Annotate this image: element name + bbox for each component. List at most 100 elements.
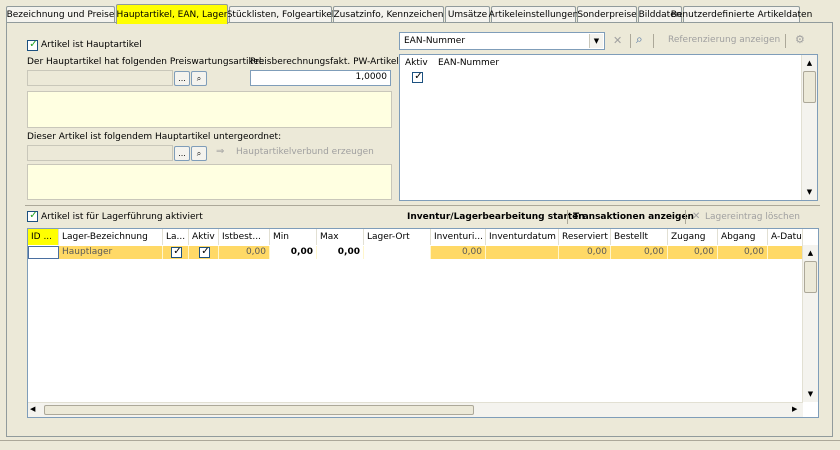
col-lager-bezeichnung[interactable]: Lager-Bezeichnung xyxy=(59,229,163,245)
close-icon[interactable]: ✕ xyxy=(613,34,622,47)
tab-bar: Bezeichnung und Preise Hauptartikel, EAN… xyxy=(6,4,836,24)
faktor-label: Preisberechnungsfakt. PW-Artikel: xyxy=(250,57,402,67)
cell-bezeichnung[interactable]: Hauptlager xyxy=(59,246,163,259)
col-inventurdatum[interactable]: Inventurdatum xyxy=(486,229,559,245)
scroll-thumb[interactable] xyxy=(804,261,817,293)
cell-zugang[interactable]: 0,00 xyxy=(668,246,718,259)
ean-grid: Aktiv EAN-Nummer ✓ ▲ ▼ xyxy=(399,54,818,201)
scroll-right-icon[interactable]: ▶ xyxy=(792,405,797,413)
col-reserviert[interactable]: Reserviert xyxy=(559,229,611,245)
toolbar-separator xyxy=(653,34,654,48)
scroll-thumb[interactable] xyxy=(44,405,474,415)
cell-max[interactable]: 0,00 xyxy=(317,246,364,259)
untergeordnet-search-button[interactable]: ⌕ xyxy=(191,146,207,161)
hauptartikelverbund-button[interactable]: Hauptartikelverbund erzeugen xyxy=(236,147,374,157)
col-min[interactable]: Min xyxy=(270,229,317,245)
col-abgang[interactable]: Abgang xyxy=(718,229,768,245)
preiswartung-input[interactable] xyxy=(27,70,173,86)
scroll-left-icon[interactable]: ◀ xyxy=(30,405,35,413)
toolbar-separator xyxy=(685,210,686,224)
chevron-down-icon[interactable]: ▼ xyxy=(589,34,603,48)
scroll-up-icon[interactable]: ▲ xyxy=(802,55,817,70)
ean-col-aktiv: Aktiv xyxy=(405,58,428,68)
faktor-input[interactable]: 1,0000 xyxy=(250,70,391,86)
cell-adatum[interactable] xyxy=(768,246,803,259)
untergeordnet-browse-button[interactable]: ... xyxy=(174,146,190,161)
col-aktiv[interactable]: Aktiv xyxy=(189,229,219,245)
toolbar-separator xyxy=(785,34,786,48)
col-zugang[interactable]: Zugang xyxy=(668,229,718,245)
preiswartung-info-box xyxy=(27,91,392,128)
check-icon: ✓ xyxy=(29,39,38,50)
tab-bezeichnung-preise[interactable]: Bezeichnung und Preise xyxy=(6,6,115,23)
lagerfuehrung-checkbox-label: Artikel ist für Lagerführung aktiviert xyxy=(41,212,203,222)
col-la[interactable]: La... xyxy=(163,229,189,245)
la-checkbox[interactable]: ✓ xyxy=(171,246,182,258)
col-id[interactable]: ID ... xyxy=(28,229,59,245)
section-divider xyxy=(25,205,820,206)
search-icon[interactable]: ⌕ xyxy=(636,32,643,47)
col-inventuri[interactable]: Inventuri... xyxy=(431,229,486,245)
tab-artikeleinstellungen[interactable]: Artikeleinstellungen xyxy=(489,6,578,23)
transaktionen-button[interactable]: Transaktionen anzeigen xyxy=(573,212,694,222)
check-icon: ✓ xyxy=(414,71,423,82)
referenzierung-button[interactable]: Referenzierung anzeigen xyxy=(668,35,780,45)
scroll-down-icon[interactable]: ▼ xyxy=(802,184,817,199)
col-istbestand[interactable]: Istbest... xyxy=(219,229,270,245)
ean-col-nummer: EAN-Nummer xyxy=(438,58,500,68)
lagereintrag-loeschen-button[interactable]: Lagereintrag löschen xyxy=(705,212,800,222)
lager-vertical-scrollbar[interactable]: ▲ ▼ xyxy=(802,245,818,402)
cell-abgang[interactable]: 0,00 xyxy=(718,246,768,259)
cell-istbestand[interactable]: 0,00 xyxy=(219,246,270,259)
lager-horizontal-scrollbar[interactable]: ◀ ▶ xyxy=(28,402,803,417)
tab-benutzerdefinierte-artikeldaten[interactable]: Benutzerdefinierte Artikeldaten xyxy=(671,6,812,23)
lager-table: ID ... Lager-Bezeichnung La... Aktiv Ist… xyxy=(27,228,819,418)
col-adatum[interactable]: A-Datu xyxy=(768,229,803,245)
lagerfuehrung-checkbox[interactable]: ✓ xyxy=(27,210,38,222)
tab-hauptartikel-ean-lager[interactable]: Hauptartikel, EAN, Lager xyxy=(116,4,228,24)
untergeordnet-info-box xyxy=(27,164,392,200)
tab-sonderpreise[interactable]: Sonderpreise xyxy=(577,6,637,23)
tab-stuecklisten-folgeartikel[interactable]: Stücklisten, Folgeartikel xyxy=(227,6,334,23)
toolbar-separator xyxy=(567,210,568,224)
ean-type-value: EAN-Nummer xyxy=(404,36,466,46)
col-lager-ort[interactable]: Lager-Ort xyxy=(364,229,431,245)
aktiv-checkbox[interactable]: ✓ xyxy=(199,246,210,258)
hauptartikel-checkbox[interactable]: ✓ xyxy=(27,39,38,51)
cell-aktiv[interactable]: ✓ xyxy=(189,246,219,259)
cell-reserviert[interactable]: 0,00 xyxy=(559,246,611,259)
ean-type-dropdown[interactable]: EAN-Nummer ▼ xyxy=(399,32,605,50)
ean-vertical-scrollbar[interactable]: ▲ ▼ xyxy=(801,55,817,200)
tab-content-panel: ✓ Artikel ist Hauptartikel Der Hauptarti… xyxy=(6,22,833,437)
cell-inventuri[interactable]: 0,00 xyxy=(431,246,486,259)
settings-icon[interactable]: ⚙ xyxy=(795,33,805,46)
window-bottom-border xyxy=(0,440,840,441)
preiswartung-browse-button[interactable]: ... xyxy=(174,71,190,86)
check-icon: ✓ xyxy=(201,246,210,257)
scroll-up-icon[interactable]: ▲ xyxy=(803,245,818,260)
col-bestellt[interactable]: Bestellt xyxy=(611,229,668,245)
ean-row-aktiv-checkbox[interactable]: ✓ xyxy=(412,71,423,83)
cell-min[interactable]: 0,00 xyxy=(270,246,317,259)
check-icon: ✓ xyxy=(173,246,182,257)
tab-zusatzinfo-kennzeichen[interactable]: Zusatzinfo, Kennzeichen xyxy=(333,6,444,23)
lager-table-header: ID ... Lager-Bezeichnung La... Aktiv Ist… xyxy=(28,229,803,245)
scroll-thumb[interactable] xyxy=(803,71,816,103)
col-max[interactable]: Max xyxy=(317,229,364,245)
toolbar-separator xyxy=(630,34,631,48)
preiswartung-search-button[interactable]: ⌕ xyxy=(191,71,207,86)
table-row[interactable]: Hauptlager ✓ ✓ 0,00 0,00 0,00 0,00 0,00 … xyxy=(28,246,803,259)
untergeordnet-label: Dieser Artikel ist folgendem Hauptartike… xyxy=(27,132,282,142)
untergeordnet-input[interactable] xyxy=(27,145,173,161)
cell-inventurdatum[interactable] xyxy=(486,246,559,259)
cell-id[interactable] xyxy=(28,246,59,259)
scroll-down-icon[interactable]: ▼ xyxy=(803,386,818,401)
tab-umsaetze[interactable]: Umsätze xyxy=(445,6,490,23)
cell-lagerort[interactable] xyxy=(364,246,431,259)
preiswartung-label: Der Hauptartikel hat folgenden Preiswart… xyxy=(27,57,265,67)
cell-la[interactable]: ✓ xyxy=(163,246,189,259)
search-icon: ⌕ xyxy=(196,73,202,83)
cell-bestellt[interactable]: 0,00 xyxy=(611,246,668,259)
delete-icon: ✕ xyxy=(692,211,701,222)
inventur-button[interactable]: Inventur/Lagerbearbeitung starten xyxy=(407,212,585,222)
